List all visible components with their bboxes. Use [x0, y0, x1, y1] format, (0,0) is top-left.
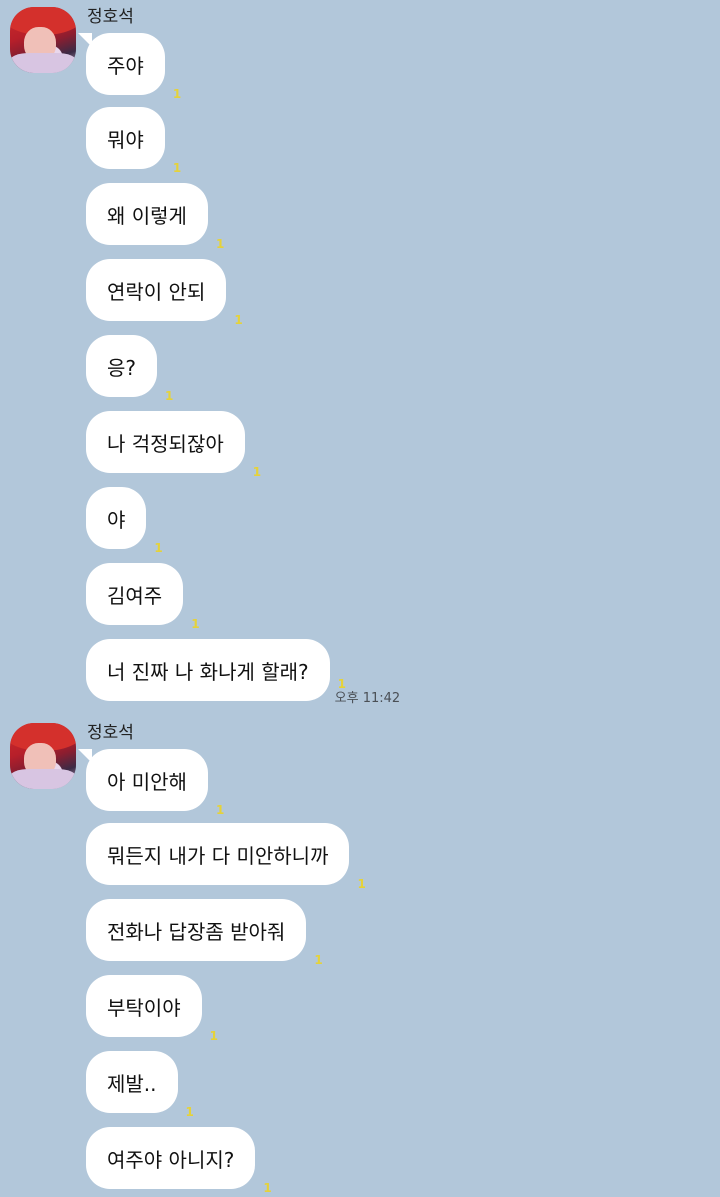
unread-count: 1: [314, 953, 323, 967]
message-row: 김여주 1: [86, 563, 200, 631]
message-bubble[interactable]: 야: [86, 487, 147, 549]
unread-count: 1: [252, 465, 262, 479]
message-bubble[interactable]: 연락이 안되: [86, 259, 227, 321]
unread-count: 1: [154, 541, 163, 555]
sender-name: 정호석: [87, 723, 134, 743]
message-bubble[interactable]: 전화나 답장좀 받아줘: [86, 899, 307, 961]
unread-count: 1: [165, 389, 174, 403]
sender-avatar[interactable]: [10, 7, 76, 73]
message-bubble[interactable]: 응?: [86, 335, 158, 397]
message-row: 너 진짜 나 화나게 할래? 1 오후 11:42: [86, 639, 400, 706]
unread-count: 1: [185, 1105, 194, 1119]
message-row: 연락이 안되 1: [86, 259, 243, 327]
message-row: 주야 1: [78, 33, 181, 101]
message-bubble[interactable]: 왜 이렇게: [86, 183, 208, 245]
unread-count: 1: [215, 237, 225, 251]
message-bubble[interactable]: 주야: [78, 33, 165, 95]
message-row: 뭐든지 내가 다 미안하니까 1: [86, 823, 366, 891]
message-row: 아 미안해 1: [78, 749, 224, 817]
message-row: 전화나 답장좀 받아줘 1: [86, 899, 323, 967]
message-bubble[interactable]: 김여주: [86, 563, 184, 625]
message-bubble[interactable]: 아 미안해: [78, 749, 208, 811]
message-row: 왜 이렇게 1: [86, 183, 224, 251]
message-row: 응? 1: [86, 335, 173, 403]
unread-count: 1: [337, 677, 347, 691]
message-bubble[interactable]: 여주야 아니지?: [86, 1127, 256, 1189]
message-row: 야 1: [86, 487, 163, 555]
unread-count: 1: [263, 1181, 272, 1195]
message-row: 제발.. 1: [86, 1051, 194, 1119]
message-row: 여주야 아니지? 1: [86, 1127, 272, 1195]
unread-count: 1: [357, 877, 366, 891]
message-row: 뭐야 1: [86, 107, 181, 175]
unread-count: 1: [172, 87, 182, 101]
message-bubble[interactable]: 뭐든지 내가 다 미안하니까: [86, 823, 350, 885]
message-timestamp: 오후 11:42: [334, 691, 401, 706]
unread-count: 1: [172, 161, 182, 175]
message-bubble[interactable]: 부탁이야: [86, 975, 202, 1037]
message-row: 부탁이야 1: [86, 975, 218, 1043]
unread-count: 1: [209, 1029, 218, 1043]
unread-count: 1: [191, 617, 200, 631]
sender-name: 정호석: [87, 7, 134, 27]
unread-count: 1: [234, 313, 243, 327]
message-bubble[interactable]: 제발..: [86, 1051, 178, 1113]
unread-count: 1: [215, 803, 225, 817]
message-bubble[interactable]: 뭐야: [86, 107, 165, 169]
message-row: 나 걱정되잖아 1: [86, 411, 261, 479]
message-bubble[interactable]: 너 진짜 나 화나게 할래?: [86, 639, 330, 701]
message-bubble[interactable]: 나 걱정되잖아: [86, 411, 245, 473]
sender-avatar[interactable]: [10, 723, 76, 789]
